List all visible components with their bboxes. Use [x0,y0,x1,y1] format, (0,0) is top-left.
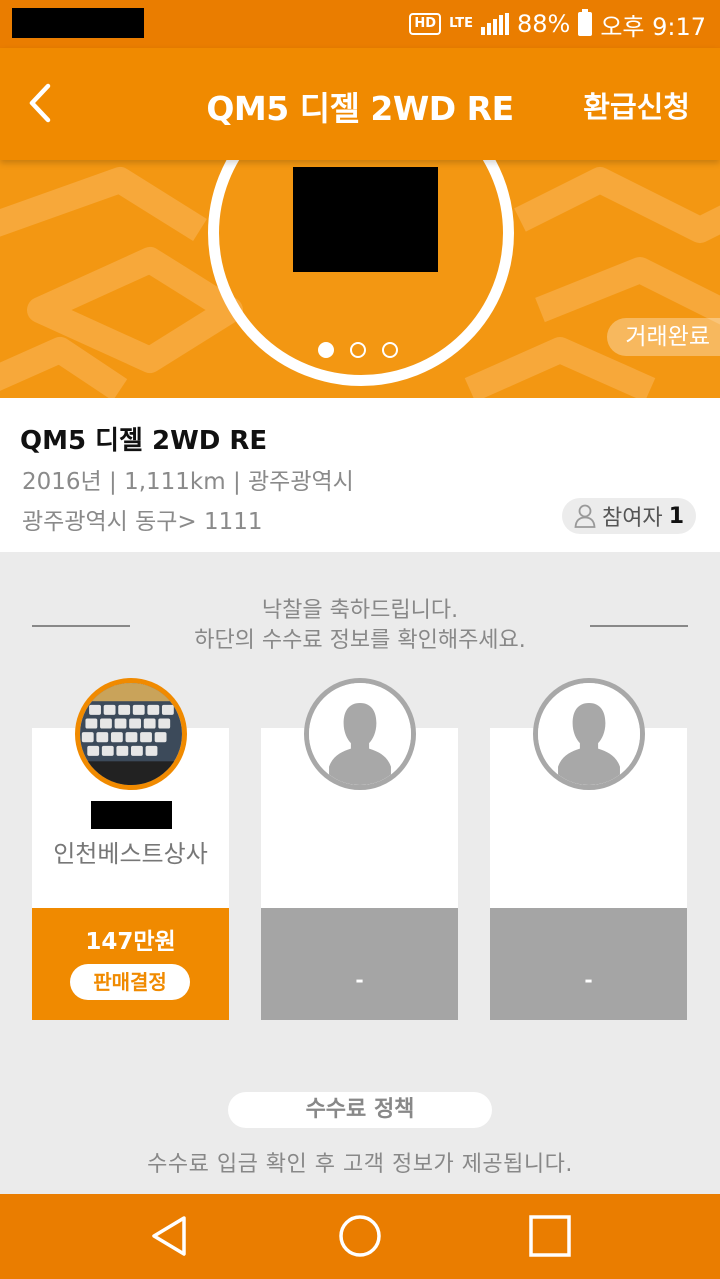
clock: 오후 9:17 [600,12,706,41]
bid-card-empty: - [490,678,687,1020]
battery-icon [578,9,593,36]
lte-icon: LTE [449,16,473,31]
dealer-avatar [75,678,187,790]
hd-voice-icon: HD [409,13,442,35]
person-silhouette-icon [309,683,411,785]
bid-price: - [584,968,593,992]
redacted-notification-area [12,8,144,38]
triangle-back-icon [152,1216,186,1256]
bid-card-winner[interactable]: 인천베스트상사 147만원 판매결정 [32,678,229,1020]
bid-price-panel: - [261,908,458,1020]
congrats-message: 낙찰을 축하드립니다. 하단의 수수료 정보를 확인해주세요. [130,596,590,656]
carousel-dot-3[interactable] [382,342,398,358]
fee-policy-button[interactable]: 수수료 정책 [228,1092,492,1128]
carousel-indicator [318,342,398,358]
fee-policy-description: 수수료 입금 확인 후 고객 정보가 제공됩니다. [147,1152,573,1177]
vehicle-location: 광주광역시 동구> 1111 [22,509,263,535]
placeholder-avatar [533,678,645,790]
divider-left [32,625,130,627]
deal-status-badge: 거래완료 [607,318,720,356]
nav-recents-button[interactable] [526,1212,574,1260]
battery-percent: 88% [516,10,571,38]
redacted-logo [293,167,438,272]
refund-request-button[interactable]: 환급신청 [583,84,690,126]
participants-label: 참여자 [601,506,663,531]
participants-count: 1 [668,503,684,529]
circle-home-icon [339,1215,381,1257]
divider-right [590,625,688,627]
placeholder-avatar [304,678,416,790]
app-header: QM5 디젤 2WD RE 환급신청 [0,48,720,160]
bid-price-panel: - [490,908,687,1020]
square-recents-icon [529,1215,571,1257]
participants-badge[interactable]: 참여자 1 [561,498,696,534]
sell-decision-button[interactable]: 판매결정 [70,964,190,1000]
congrats-line-1: 낙찰을 축하드립니다. [261,598,459,623]
bid-price-panel: 147만원 판매결정 [32,908,229,1020]
system-nav-bar [0,1194,720,1279]
status-bar: HD LTE 88% 오후 9:17 [0,0,720,48]
vehicle-title: QM5 디젤 2WD RE [20,426,268,456]
signal-icon [480,13,509,35]
person-silhouette-icon [538,683,640,785]
vehicle-meta: 2016년 | 1,111km | 광주광역시 [22,469,354,495]
vehicle-image-carousel[interactable]: 거래완료 [0,160,720,398]
nav-home-button[interactable] [336,1212,384,1260]
vehicle-info-panel: QM5 디젤 2WD RE 2016년 | 1,111km | 광주광역시 광주… [0,398,720,552]
person-icon [574,504,596,528]
carousel-dot-2[interactable] [350,342,366,358]
status-icons: HD LTE 88% 오후 9:17 [409,8,706,41]
redacted-dealer-name [91,801,172,829]
keyboard-photo-icon [80,683,182,785]
bid-price: - [355,968,364,992]
congrats-line-2: 하단의 수수료 정보를 확인해주세요. [194,628,526,653]
dealer-company: 인천베스트상사 [53,840,208,868]
bid-card-empty: - [261,678,458,1020]
carousel-dot-1[interactable] [318,342,334,358]
bid-price: 147만원 [85,929,176,955]
nav-back-button[interactable] [146,1212,194,1260]
